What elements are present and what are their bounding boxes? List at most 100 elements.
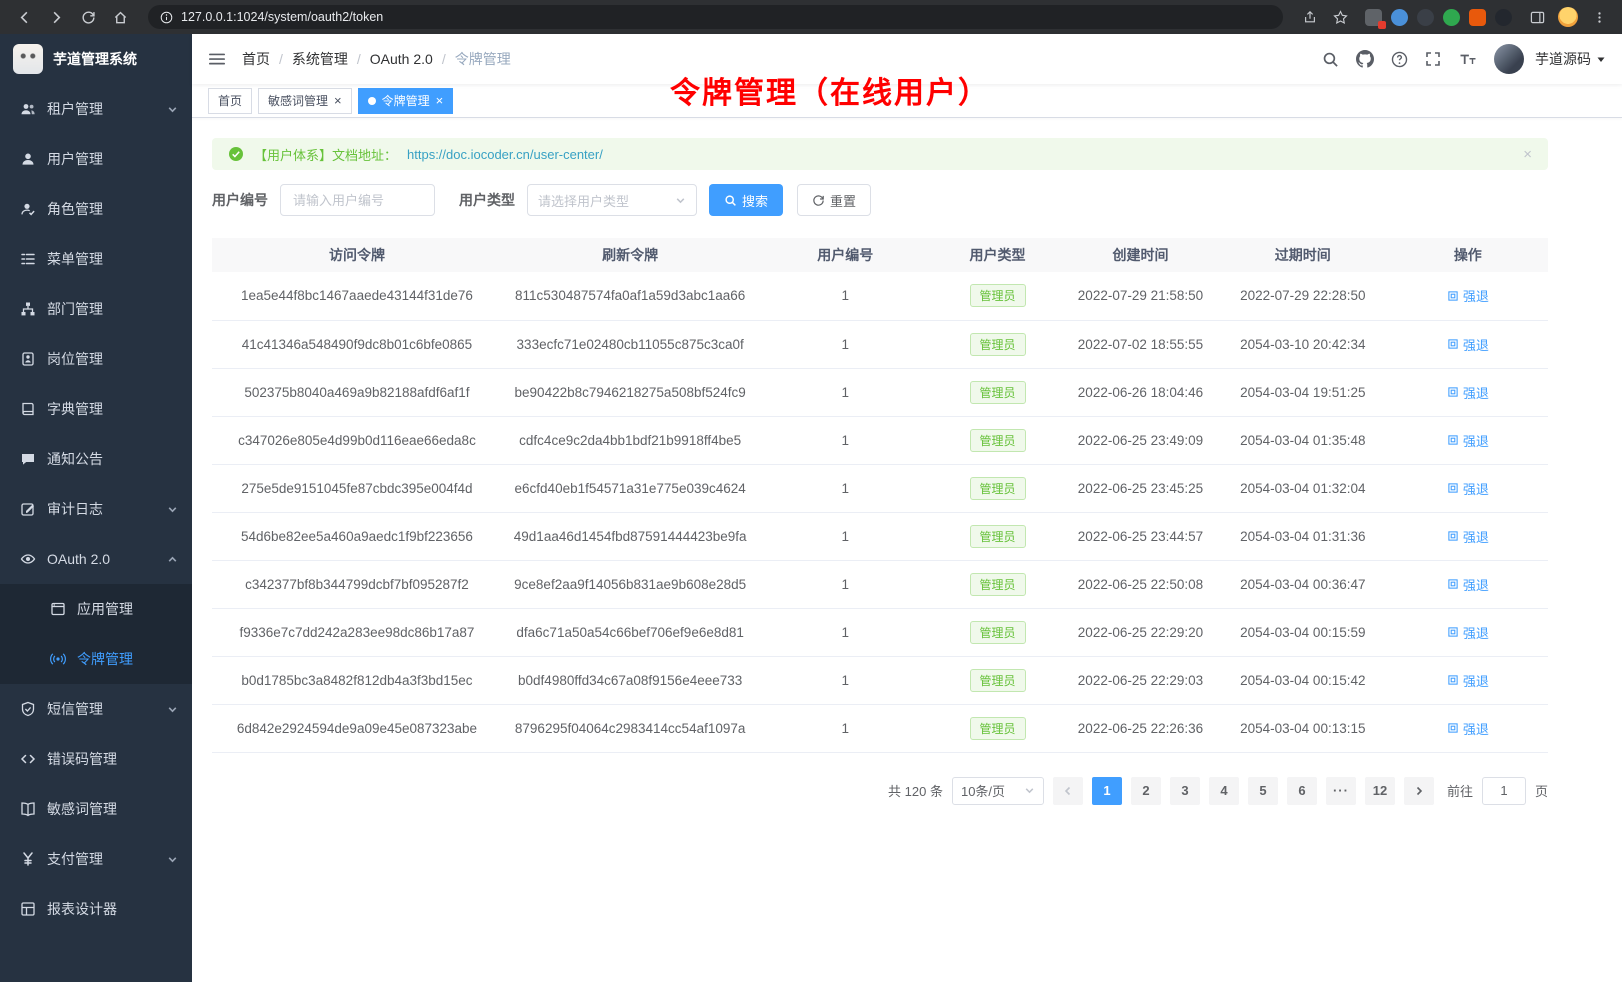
force-logout-button[interactable]: 强退 [1447,623,1489,642]
page-list: 123456···12 [1092,777,1395,805]
font-size-icon[interactable] [1458,51,1477,67]
force-logout-button[interactable]: 强退 [1447,431,1489,450]
sidebar-item[interactable]: 敏感词管理 [0,784,192,834]
goto-page-input[interactable] [1482,777,1526,805]
share-icon[interactable] [1297,10,1323,24]
app-logo[interactable]: 芋道管理系统 [0,34,192,84]
sidebar-item[interactable]: 支付管理 [0,834,192,884]
page-button-1[interactable]: 1 [1092,777,1122,805]
user-id-cell: 1 [758,560,932,608]
search-button[interactable]: 搜索 [709,184,783,216]
user-name: 芋道源码 [1535,49,1591,69]
force-logout-button[interactable]: 强退 [1447,286,1489,305]
fullscreen-icon[interactable] [1425,51,1441,67]
close-icon[interactable]: × [334,94,342,107]
refresh-token-cell: 811c530487574fa0af1a59d3abc1aa66 [502,272,759,320]
page-more-button[interactable]: ··· [1326,777,1356,805]
kebab-menu-icon[interactable] [1586,11,1612,24]
table-row: b0d1785bc3a8482f812db4a3f3bd15ec b0df498… [212,656,1548,704]
sidebar-item[interactable]: 错误码管理 [0,734,192,784]
page-button-4[interactable]: 4 [1209,777,1239,805]
report-icon [20,901,36,917]
hamburger-icon[interactable] [208,51,226,67]
sidebar-item[interactable]: 审计日志 [0,484,192,534]
sidebar-item[interactable]: 岗位管理 [0,334,192,384]
url-bar[interactable]: 127.0.0.1:1024/system/oauth2/token [148,5,1283,29]
page-button-12[interactable]: 12 [1365,777,1395,805]
search-icon[interactable] [1322,51,1339,68]
bookmark-star-icon[interactable] [1327,10,1353,25]
breadcrumb-item[interactable]: 系统管理 [292,49,348,69]
user-menu[interactable]: 芋道源码 [1535,49,1606,69]
prev-page-button[interactable] [1053,777,1083,805]
access-token-cell: 502375b8040a469a9b82188afdf6af1f [212,368,502,416]
user-id-input[interactable] [280,184,435,216]
sidebar-item[interactable]: 租户管理 [0,84,192,134]
sidebar-item[interactable]: 短信管理 [0,684,192,734]
sidebar-item[interactable]: 菜单管理 [0,234,192,284]
force-logout-label: 强退 [1463,335,1489,354]
profile-avatar[interactable] [1558,7,1578,27]
sidebar-item[interactable]: 通知公告 [0,434,192,484]
force-logout-label: 强退 [1463,623,1489,642]
force-logout-icon [1447,722,1459,734]
github-icon[interactable] [1356,50,1374,68]
doc-link[interactable]: https://doc.iocoder.cn/user-center/ [407,147,603,162]
side-panel-icon[interactable] [1524,10,1550,25]
home-button[interactable] [106,4,134,30]
info-icon[interactable] [160,11,173,24]
access-token-cell: c342377bf8b344799dcbf7bf095287f2 [212,560,502,608]
action-cell: 强退 [1388,608,1548,656]
next-page-button[interactable] [1404,777,1434,805]
user-type-badge: 管理员 [970,381,1026,404]
page-button-5[interactable]: 5 [1248,777,1278,805]
extension-black-icon[interactable] [1495,9,1512,26]
force-logout-button[interactable]: 强退 [1447,719,1489,738]
sidebar-item[interactable]: 应用管理 [0,584,192,634]
close-icon[interactable]: × [436,94,444,107]
force-logout-button[interactable]: 强退 [1447,383,1489,402]
sidebar-item[interactable]: 字典管理 [0,384,192,434]
force-logout-button[interactable]: 强退 [1447,527,1489,546]
sidebar-item[interactable]: 令牌管理 [0,634,192,684]
sidebar-item[interactable]: 用户管理 [0,134,192,184]
sidebar-item[interactable]: OAuth 2.0 [0,534,192,584]
sidebar-item[interactable]: 部门管理 [0,284,192,334]
extension-screenshot-icon[interactable] [1365,9,1382,26]
breadcrumb-separator: / [442,51,446,67]
oauth-icon [20,551,36,567]
table-row: 275e5de9151045fe87cbdc395e004f4d e6cfd40… [212,464,1548,512]
extension-blue-icon[interactable] [1391,9,1408,26]
extension-dark-icon[interactable] [1417,9,1434,26]
forward-button[interactable] [42,4,70,30]
user-type-select[interactable]: 请选择用户类型 [527,184,697,216]
breadcrumb-item[interactable]: 首页 [242,49,270,69]
page-button-3[interactable]: 3 [1170,777,1200,805]
tab-1[interactable]: 敏感词管理 × [258,88,352,114]
created-time-cell: 2022-06-25 23:45:25 [1063,464,1218,512]
errcode-icon [20,751,36,767]
page-size-select[interactable]: 10条/页 [952,777,1044,805]
sidebar-item[interactable]: 角色管理 [0,184,192,234]
content: 【用户体系】文档地址： https://doc.iocoder.cn/user-… [192,118,1622,982]
page-button-2[interactable]: 2 [1131,777,1161,805]
extension-green-icon[interactable] [1443,9,1460,26]
reload-icon[interactable] [74,4,102,30]
tab-2[interactable]: 令牌管理 × [358,88,454,114]
page-button-6[interactable]: 6 [1287,777,1317,805]
dept-icon [20,301,36,317]
tab-0[interactable]: 首页 [208,88,252,114]
help-icon[interactable] [1391,51,1408,68]
back-button[interactable] [10,4,38,30]
alert-close-icon[interactable]: × [1523,146,1532,163]
force-logout-button[interactable]: 强退 [1447,335,1489,354]
extension-puzzle-icon[interactable] [1469,9,1486,26]
force-logout-button[interactable]: 强退 [1447,575,1489,594]
breadcrumb-item[interactable]: OAuth 2.0 [370,51,433,67]
sidebar-item[interactable]: 报表设计器 [0,884,192,934]
user-avatar[interactable] [1494,44,1524,74]
reset-button[interactable]: 重置 [797,184,871,216]
user-type-badge: 管理员 [970,717,1026,740]
force-logout-button[interactable]: 强退 [1447,479,1489,498]
force-logout-button[interactable]: 强退 [1447,671,1489,690]
